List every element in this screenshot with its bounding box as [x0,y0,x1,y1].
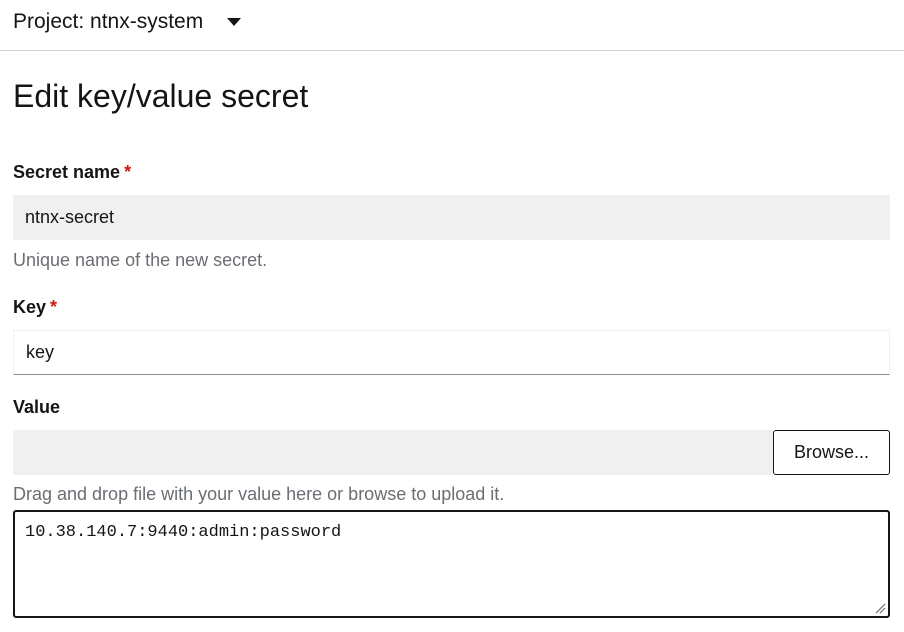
project-selector[interactable]: Project: ntnx-system [13,8,242,36]
resize-handle-icon[interactable] [874,602,886,614]
caret-down-icon [227,18,242,26]
secret-name-helper: Unique name of the new secret. [13,250,268,270]
value-label-text: Value [13,397,61,417]
required-indicator: * [124,162,132,182]
secret-name-label-text: Secret name [13,162,121,182]
secret-name-label: Secret name * [13,162,131,183]
secret-name-value: ntnx-secret [25,207,115,227]
key-label-text: Key [13,297,47,317]
required-indicator: * [50,297,58,317]
key-label: Key * [13,297,57,318]
value-textarea[interactable]: 10.38.140.7:9440:admin:password [13,510,890,618]
value-label: Value [13,397,60,418]
project-selector-label: Project: ntnx-system [13,10,204,33]
browse-button[interactable]: Browse... [773,430,890,475]
page-title: Edit key/value secret [13,78,309,114]
secret-name-field: ntnx-secret [13,195,890,240]
project-bar: Project: ntnx-system [0,0,904,51]
value-text: 10.38.140.7:9440:admin:password [25,523,342,542]
key-value: key [26,342,55,362]
key-field[interactable]: key [13,330,890,375]
value-file-input[interactable] [13,430,773,475]
value-helper: Drag and drop file with your value here … [13,484,505,504]
